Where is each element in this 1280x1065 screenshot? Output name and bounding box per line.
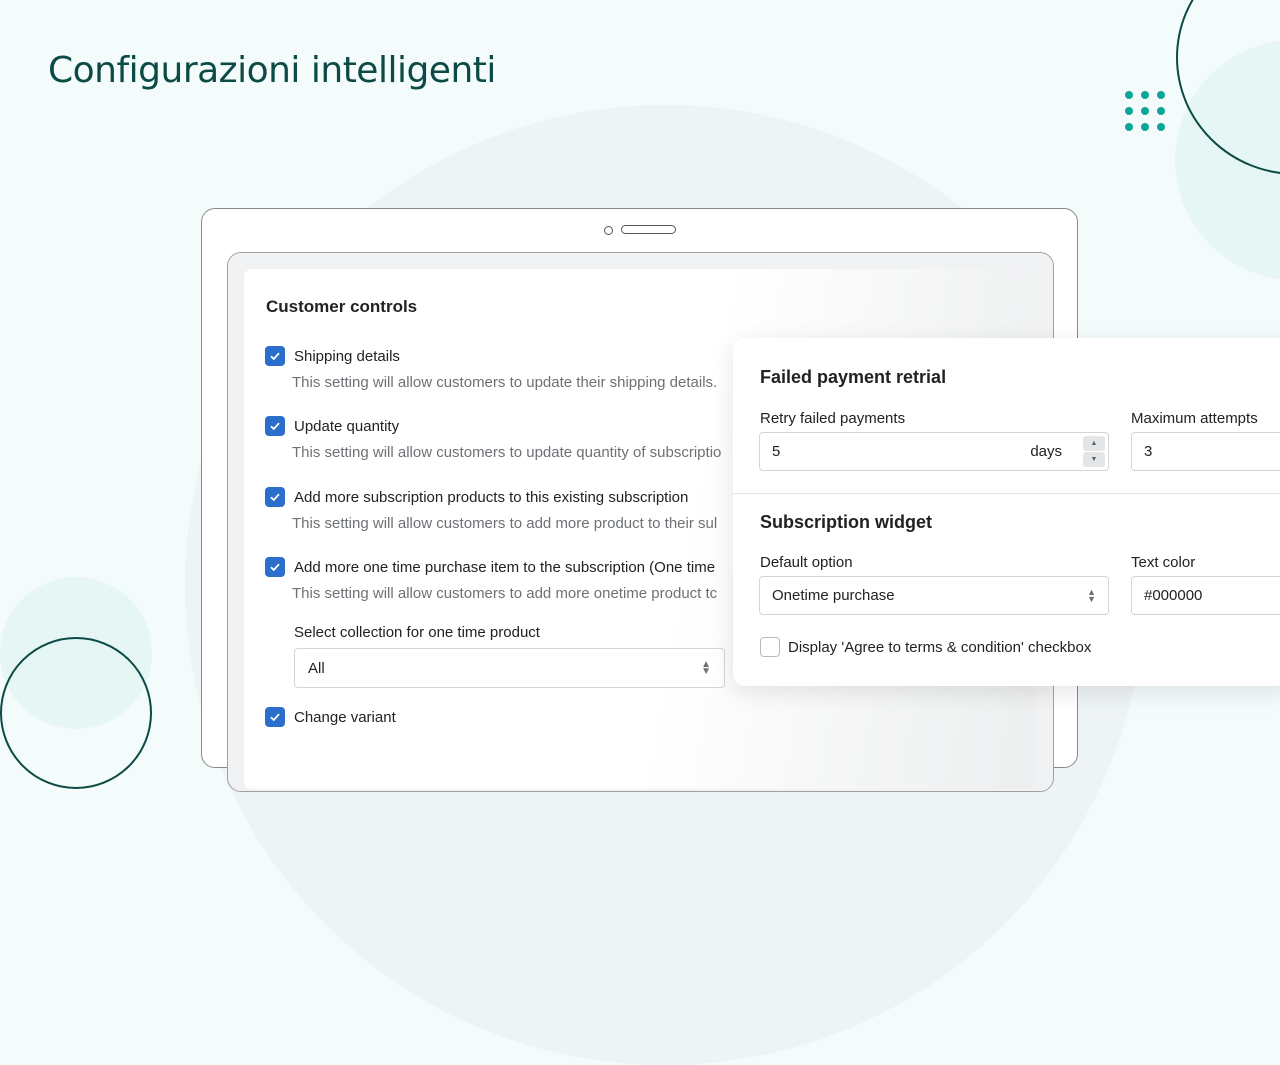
camera-icon [604,226,613,235]
select-arrows-icon: ▲ ▼ [701,659,711,677]
retry-days-input[interactable]: 5 days ▲ ▼ [759,432,1109,471]
option-label: Shipping details [294,347,400,365]
checkbox-add-one-time-item[interactable] [265,557,285,577]
option-update-quantity: Update quantity This setting will allow … [265,416,721,461]
section-divider [733,493,1280,494]
text-color-value: #000000 [1144,587,1203,604]
retry-days-value: 5 [772,443,781,460]
default-option-label: Default option [760,554,853,571]
retry-stepper: ▲ ▼ [1083,436,1105,467]
retry-label: Retry failed payments [760,410,906,427]
page-title: Configurazioni intelligenti [48,50,496,91]
default-option-value: Onetime purchase [772,587,895,604]
decorative-ring [0,637,152,789]
check-icon [270,713,280,722]
retry-days-suffix: days [1030,443,1062,460]
terms-option: Display 'Agree to terms & condition' che… [760,637,1091,657]
checkbox-add-subscription-products[interactable] [265,487,285,507]
failed-payment-title: Failed payment retrial [760,367,947,387]
option-help: This setting will allow customers to add… [292,515,718,532]
check-icon [270,422,280,431]
speaker-icon [621,225,676,234]
max-attempts-value: 3 [1144,443,1153,460]
check-icon [270,563,280,572]
option-label: Add more one time purchase item to the s… [294,558,716,576]
dot-grid-decoration [1125,91,1165,131]
check-icon [270,352,280,361]
check-icon [270,493,280,502]
terms-label: Display 'Agree to terms & condition' che… [788,638,1092,656]
checkbox-update-quantity[interactable] [265,416,285,436]
select-arrows-icon: ▲ ▼ [1087,586,1096,604]
option-help: This setting will allow customers to upd… [292,444,722,461]
option-add-subscription-products: Add more subscription products to this e… [265,487,717,532]
increment-button[interactable]: ▲ [1083,436,1105,451]
default-option-select[interactable]: Onetime purchase ▲ ▼ [759,576,1109,615]
terms-checkbox[interactable] [760,637,780,657]
option-change-variant: Change variant [265,707,396,727]
text-color-label: Text color [1131,554,1196,571]
subscription-widget-title: Subscription widget [760,512,933,532]
option-help: This setting will allow customers to add… [292,585,718,602]
option-shipping-details: Shipping details This setting will allow… [265,346,717,391]
checkbox-change-variant[interactable] [265,707,285,727]
option-label: Change variant [294,708,396,726]
option-help: This setting will allow customers to upd… [292,374,718,391]
max-attempts-input[interactable]: 3 [1131,432,1280,471]
settings-panel: Failed payment retrial Retry failed paym… [733,338,1280,686]
section-title: Customer controls [266,297,418,316]
collection-select-value: All [308,659,325,677]
option-add-one-time-item: Add more one time purchase item to the s… [265,557,717,602]
option-label: Add more subscription products to this e… [294,488,689,506]
option-label: Update quantity [294,417,400,435]
checkbox-shipping-details[interactable] [265,346,285,366]
collection-select-label: Select collection for one time product [294,624,540,641]
decrement-button[interactable]: ▼ [1083,452,1105,467]
max-attempts-label: Maximum attempts [1131,410,1258,427]
text-color-input[interactable]: #000000 [1131,576,1280,615]
collection-select[interactable]: All ▲ ▼ [294,648,725,688]
